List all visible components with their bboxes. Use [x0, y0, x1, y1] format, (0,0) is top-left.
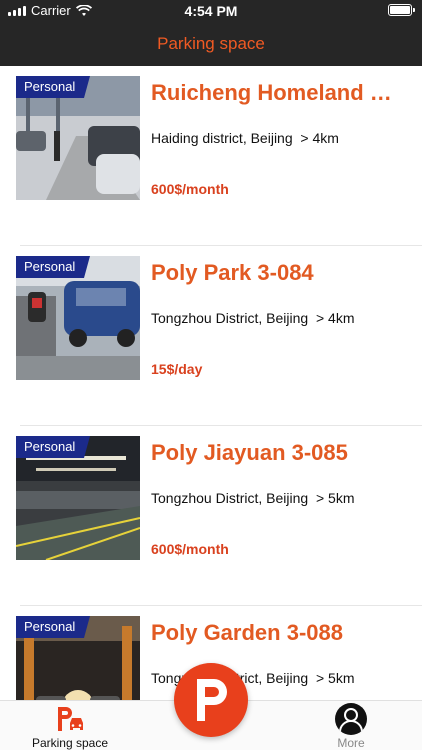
- clock: 4:54 PM: [184, 3, 238, 19]
- listing-distance: > 4km: [315, 310, 355, 326]
- user-icon: [335, 703, 367, 735]
- listing-location: Tongzhou District, Beijing > 4km: [151, 310, 355, 326]
- listing-distance: > 5km: [315, 670, 355, 686]
- listing-list[interactable]: Personal Ruicheng Homeland 3-083 Haiding…: [0, 66, 422, 700]
- status-bar: Carrier 4:54 PM: [0, 0, 422, 22]
- listing-title[interactable]: Poly Park 3-084: [151, 260, 401, 286]
- top-bar: Carrier 4:54 PM Parking space: [0, 0, 422, 66]
- listing-distance: > 4km: [300, 130, 339, 146]
- listing-price: 15$/day: [151, 361, 203, 377]
- listing-title[interactable]: Poly Garden 3-088: [151, 620, 401, 646]
- page-title: Parking space: [157, 34, 265, 53]
- tab-more[interactable]: More: [301, 701, 401, 750]
- tab-label: Parking space: [31, 736, 109, 750]
- parking-car-icon: [58, 707, 83, 731]
- listing-type-badge: Personal: [16, 436, 90, 458]
- tab-parking-space[interactable]: Parking space: [20, 701, 120, 750]
- listing-title[interactable]: Poly Jiayuan 3-085: [151, 440, 401, 466]
- parking-action-button[interactable]: [174, 663, 248, 737]
- list-item[interactable]: Personal Poly Jiayuan 3-085 Tongzhou Dis…: [0, 426, 422, 606]
- listing-title[interactable]: Ruicheng Homeland 3-083: [151, 80, 401, 106]
- list-item[interactable]: Personal Poly Park 3-084 Tongzhou Distri…: [0, 246, 422, 426]
- listing-price: 600$/month: [151, 541, 229, 557]
- listing-distance: > 5km: [315, 490, 355, 506]
- listing-type-badge: Personal: [16, 76, 90, 98]
- list-item[interactable]: Personal Ruicheng Homeland 3-083 Haiding…: [0, 66, 422, 246]
- listing-type-badge: Personal: [16, 256, 90, 278]
- battery-icon: [388, 4, 415, 16]
- listing-location: Haiding district, Beijing > 4km: [151, 130, 339, 146]
- listing-type-badge: Personal: [16, 616, 90, 638]
- tab-label: More: [337, 736, 365, 750]
- listing-price: 600$/month: [151, 181, 229, 197]
- listing-location: Tongzhou District, Beijing > 5km: [151, 490, 355, 506]
- parking-p-icon: [197, 679, 227, 721]
